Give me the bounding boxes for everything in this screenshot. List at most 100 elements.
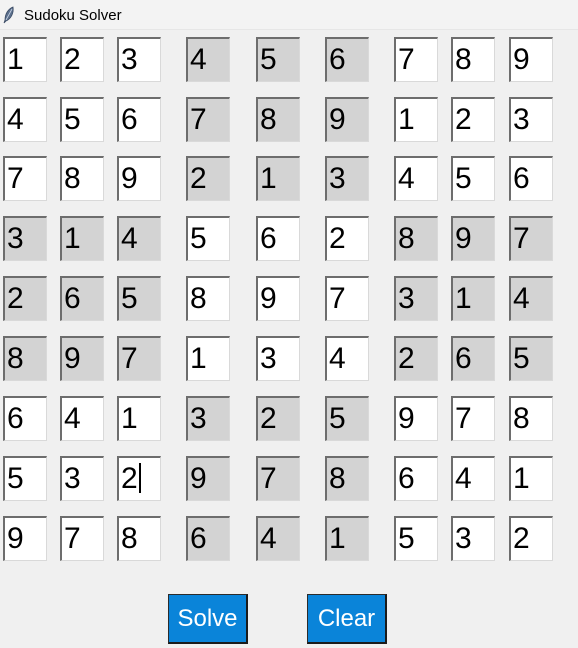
sudoku-cell-r5-c8[interactable]: 1 (451, 276, 495, 321)
sudoku-cell-r4-c7[interactable]: 8 (394, 216, 438, 261)
sudoku-cell-r2-c9[interactable]: 3 (509, 97, 553, 142)
cell-value: 3 (513, 103, 530, 136)
sudoku-cell-r1-c5[interactable]: 5 (256, 37, 300, 82)
sudoku-cell-r9-c1[interactable]: 9 (3, 516, 47, 561)
title-bar: Sudoku Solver (0, 0, 578, 30)
sudoku-cell-r2-c7[interactable]: 1 (394, 97, 438, 142)
sudoku-cell-r1-c9[interactable]: 9 (509, 37, 553, 82)
sudoku-cell-r3-c3[interactable]: 9 (117, 156, 161, 201)
sudoku-cell-r6-c9[interactable]: 5 (509, 336, 553, 381)
sudoku-cell-r1-c4[interactable]: 4 (186, 37, 230, 82)
sudoku-cell-r6-c3[interactable]: 7 (117, 336, 161, 381)
sudoku-cell-r6-c1[interactable]: 8 (3, 336, 47, 381)
sudoku-cell-r9-c5[interactable]: 4 (256, 516, 300, 561)
cell-value: 7 (398, 43, 415, 76)
sudoku-cell-r1-c7[interactable]: 7 (394, 37, 438, 82)
sudoku-cell-r5-c3[interactable]: 5 (117, 276, 161, 321)
sudoku-cell-r7-c4[interactable]: 3 (186, 396, 230, 441)
sudoku-cell-r7-c6[interactable]: 5 (325, 396, 369, 441)
sudoku-cell-r2-c1[interactable]: 4 (3, 97, 47, 142)
sudoku-cell-r8-c7[interactable]: 6 (394, 456, 438, 501)
cell-value: 4 (7, 103, 24, 136)
sudoku-cell-r4-c3[interactable]: 4 (117, 216, 161, 261)
sudoku-cell-r3-c6[interactable]: 3 (325, 156, 369, 201)
sudoku-cell-r1-c1[interactable]: 1 (3, 37, 47, 82)
sudoku-cell-r7-c3[interactable]: 1 (117, 396, 161, 441)
sudoku-cell-r7-c5[interactable]: 2 (256, 396, 300, 441)
sudoku-cell-r5-c2[interactable]: 6 (60, 276, 104, 321)
sudoku-cell-r1-c6[interactable]: 6 (325, 37, 369, 82)
sudoku-cell-r3-c8[interactable]: 5 (451, 156, 495, 201)
sudoku-cell-r1-c8[interactable]: 8 (451, 37, 495, 82)
sudoku-cell-r5-c7[interactable]: 3 (394, 276, 438, 321)
sudoku-cell-r9-c9[interactable]: 2 (509, 516, 553, 561)
sudoku-cell-r5-c4[interactable]: 8 (186, 276, 230, 321)
sudoku-cell-r6-c5[interactable]: 3 (256, 336, 300, 381)
cell-value: 8 (455, 43, 472, 76)
sudoku-cell-r9-c7[interactable]: 5 (394, 516, 438, 561)
sudoku-cell-r3-c1[interactable]: 7 (3, 156, 47, 201)
cell-value: 8 (121, 522, 138, 555)
cell-value: 4 (121, 222, 138, 255)
sudoku-cell-r8-c2[interactable]: 3 (60, 456, 104, 501)
sudoku-cell-r4-c4[interactable]: 5 (186, 216, 230, 261)
cell-value: 3 (329, 162, 346, 195)
sudoku-cell-r8-c4[interactable]: 9 (186, 456, 230, 501)
cell-value: 2 (329, 222, 346, 255)
sudoku-cell-r2-c8[interactable]: 2 (451, 97, 495, 142)
sudoku-cell-r1-c2[interactable]: 2 (60, 37, 104, 82)
sudoku-cell-r4-c1[interactable]: 3 (3, 216, 47, 261)
sudoku-cell-r3-c5[interactable]: 1 (256, 156, 300, 201)
sudoku-cell-r9-c6[interactable]: 1 (325, 516, 369, 561)
sudoku-cell-r4-c9[interactable]: 7 (509, 216, 553, 261)
solve-button[interactable]: Solve (168, 594, 248, 644)
sudoku-cell-r9-c2[interactable]: 7 (60, 516, 104, 561)
sudoku-cell-r2-c3[interactable]: 6 (117, 97, 161, 142)
sudoku-cell-r7-c8[interactable]: 7 (451, 396, 495, 441)
sudoku-cell-r3-c7[interactable]: 4 (394, 156, 438, 201)
sudoku-cell-r7-c2[interactable]: 4 (60, 396, 104, 441)
sudoku-cell-r8-c9[interactable]: 1 (509, 456, 553, 501)
sudoku-cell-r2-c2[interactable]: 5 (60, 97, 104, 142)
sudoku-cell-r8-c3[interactable]: 2 (117, 456, 161, 501)
sudoku-cell-r6-c8[interactable]: 6 (451, 336, 495, 381)
cell-value: 7 (7, 162, 24, 195)
cell-value: 4 (190, 43, 207, 76)
sudoku-cell-r2-c5[interactable]: 8 (256, 97, 300, 142)
sudoku-cell-r5-c1[interactable]: 2 (3, 276, 47, 321)
sudoku-cell-r7-c7[interactable]: 9 (394, 396, 438, 441)
sudoku-cell-r4-c2[interactable]: 1 (60, 216, 104, 261)
sudoku-cell-r2-c6[interactable]: 9 (325, 97, 369, 142)
sudoku-cell-r9-c8[interactable]: 3 (451, 516, 495, 561)
sudoku-cell-r4-c8[interactable]: 9 (451, 216, 495, 261)
sudoku-cell-r6-c2[interactable]: 9 (60, 336, 104, 381)
sudoku-cell-r4-c6[interactable]: 2 (325, 216, 369, 261)
sudoku-cell-r2-c4[interactable]: 7 (186, 97, 230, 142)
text-caret (138, 463, 141, 493)
sudoku-cell-r5-c5[interactable]: 9 (256, 276, 300, 321)
clear-button[interactable]: Clear (307, 594, 387, 644)
sudoku-cell-r9-c3[interactable]: 8 (117, 516, 161, 561)
cell-value: 1 (513, 462, 530, 495)
sudoku-cell-r7-c1[interactable]: 6 (3, 396, 47, 441)
sudoku-cell-r8-c8[interactable]: 4 (451, 456, 495, 501)
sudoku-cell-r3-c2[interactable]: 8 (60, 156, 104, 201)
sudoku-cell-r8-c1[interactable]: 5 (3, 456, 47, 501)
sudoku-cell-r8-c6[interactable]: 8 (325, 456, 369, 501)
cell-value: 6 (398, 462, 415, 495)
sudoku-cell-r6-c7[interactable]: 2 (394, 336, 438, 381)
sudoku-cell-r4-c5[interactable]: 6 (256, 216, 300, 261)
sudoku-cell-r1-c3[interactable]: 3 (117, 37, 161, 82)
sudoku-cell-r3-c4[interactable]: 2 (186, 156, 230, 201)
sudoku-cell-r7-c9[interactable]: 8 (509, 396, 553, 441)
sudoku-cell-r6-c6[interactable]: 4 (325, 336, 369, 381)
cell-value: 5 (329, 402, 346, 435)
cell-value: 5 (64, 103, 81, 136)
cell-value: 7 (455, 402, 472, 435)
sudoku-cell-r5-c6[interactable]: 7 (325, 276, 369, 321)
sudoku-cell-r5-c9[interactable]: 4 (509, 276, 553, 321)
sudoku-cell-r3-c9[interactable]: 6 (509, 156, 553, 201)
sudoku-cell-r8-c5[interactable]: 7 (256, 456, 300, 501)
sudoku-cell-r9-c4[interactable]: 6 (186, 516, 230, 561)
sudoku-cell-r6-c4[interactable]: 1 (186, 336, 230, 381)
